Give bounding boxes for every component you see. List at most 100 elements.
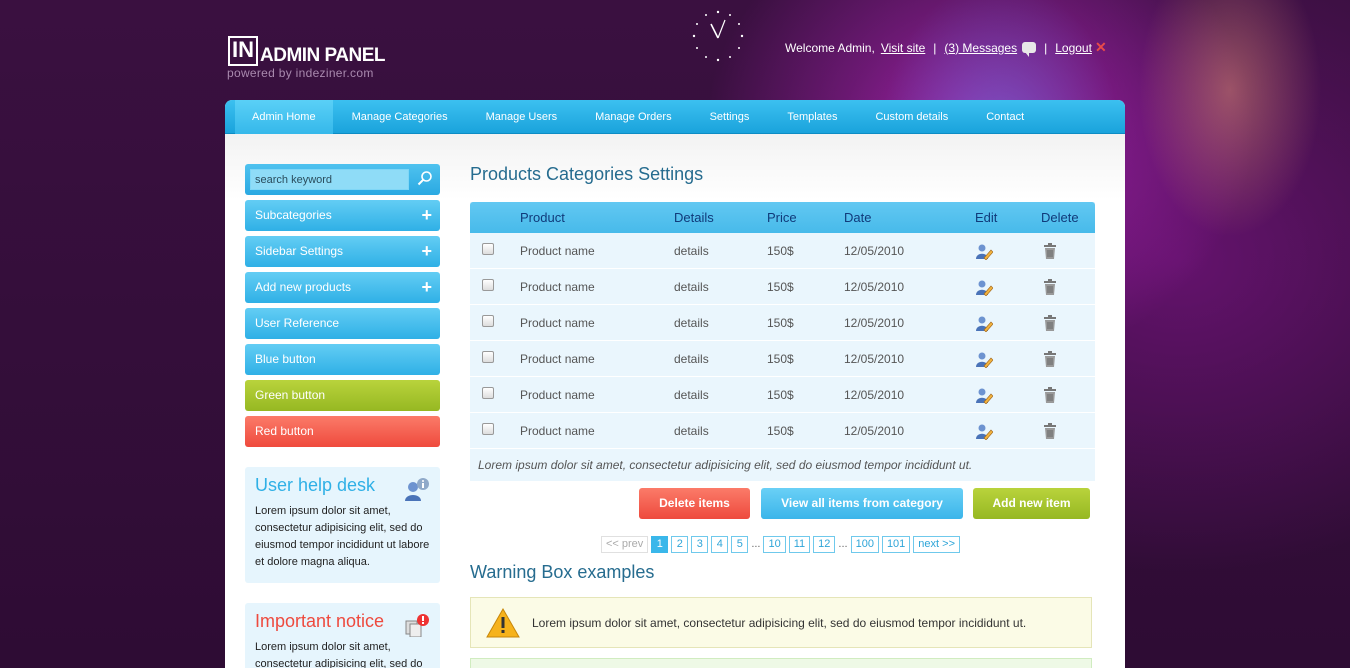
subcategories-button[interactable]: Subcategories + xyxy=(245,200,440,231)
column-header-product: Product xyxy=(520,210,565,225)
add-new-products-button[interactable]: Add new products + xyxy=(245,272,440,303)
cell-product: Product name xyxy=(520,351,595,366)
menu-item-admin-home[interactable]: Admin Home xyxy=(235,100,333,134)
logout-link[interactable]: Logout xyxy=(1055,41,1092,55)
menu-item-manage-orders[interactable]: Manage Orders xyxy=(576,100,690,134)
plus-icon: + xyxy=(421,277,432,297)
edit-user-icon[interactable] xyxy=(975,350,993,368)
welcome-text: Welcome Admin, xyxy=(785,40,875,55)
user-reference-button[interactable]: User Reference xyxy=(245,308,440,339)
trash-icon[interactable] xyxy=(1041,314,1059,332)
prev-page-button[interactable]: << prev xyxy=(601,536,649,553)
trash-icon[interactable] xyxy=(1041,422,1059,440)
page-button-100[interactable]: 100 xyxy=(850,536,879,553)
edit-user-icon[interactable] xyxy=(975,278,993,296)
page-button-101[interactable]: 101 xyxy=(881,536,911,553)
delete-items-button[interactable]: Delete items xyxy=(639,488,750,519)
cell-date: 12/05/2010 xyxy=(844,315,905,330)
search-input[interactable] xyxy=(250,169,409,190)
blue-button[interactable]: Blue button xyxy=(245,344,440,375)
column-header-details: Details xyxy=(674,210,714,225)
speech-bubble-icon xyxy=(1022,42,1037,57)
cell-price: 150$ xyxy=(767,315,794,330)
menu-item-contact[interactable]: Contact xyxy=(967,100,1043,134)
row-checkbox[interactable] xyxy=(482,351,494,363)
pagination: << prev 1 2 3 4 5 ... 10 11 12 ... 100 1… xyxy=(601,536,963,553)
page-button-12[interactable]: 12 xyxy=(813,536,836,553)
cell-details: details xyxy=(674,351,709,366)
menu-item-templates[interactable]: Templates xyxy=(768,100,856,134)
logo[interactable]: IN ADMIN PANEL xyxy=(228,36,386,67)
next-page-button[interactable]: next >> xyxy=(913,536,960,553)
important-notice-box: Important notice Lorem ipsum dolor sit a… xyxy=(245,603,440,668)
user-help-desk-box: User help desk Lorem ipsum dolor sit ame… xyxy=(245,467,440,583)
row-checkbox[interactable] xyxy=(482,423,494,435)
search-icon[interactable] xyxy=(417,170,433,186)
cell-details: details xyxy=(674,423,709,438)
plus-icon: + xyxy=(421,241,432,261)
view-all-items-button[interactable]: View all items from category xyxy=(761,488,963,519)
cell-price: 150$ xyxy=(767,387,794,402)
table-row: Product name details 150$ 12/05/2010 xyxy=(470,341,1095,377)
edit-user-icon[interactable] xyxy=(975,314,993,332)
green-button[interactable]: Green button xyxy=(245,380,440,411)
page-button-4[interactable]: 4 xyxy=(711,536,729,553)
warning-box: Lorem ipsum dolor sit amet, consectetur … xyxy=(470,597,1092,648)
page-button-1[interactable]: 1 xyxy=(651,536,669,553)
logo-text: ADMIN PANEL xyxy=(260,45,386,66)
visit-site-link[interactable]: Visit site xyxy=(881,41,925,55)
edit-user-icon[interactable] xyxy=(975,386,993,404)
warning-text: Lorem ipsum dolor sit amet, consectetur … xyxy=(532,615,1027,630)
menu-item-manage-users[interactable]: Manage Users xyxy=(467,100,577,134)
subcategories-label: Subcategories xyxy=(255,208,332,222)
clock-icon xyxy=(692,10,744,62)
plus-icon: + xyxy=(421,205,432,225)
trash-icon[interactable] xyxy=(1041,242,1059,260)
cell-date: 12/05/2010 xyxy=(844,423,905,438)
page-button-3[interactable]: 3 xyxy=(691,536,709,553)
success-box xyxy=(470,658,1092,668)
warning-icon xyxy=(486,607,520,637)
trash-icon[interactable] xyxy=(1041,386,1059,404)
products-table: Product Details Price Date Edit Delete P… xyxy=(470,202,1095,481)
column-header-delete: Delete xyxy=(1041,210,1079,225)
search-box xyxy=(245,164,440,195)
cell-price: 150$ xyxy=(767,279,794,294)
add-new-products-label: Add new products xyxy=(255,280,352,294)
edit-user-icon[interactable] xyxy=(975,422,993,440)
edit-user-icon[interactable] xyxy=(975,242,993,260)
cell-date: 12/05/2010 xyxy=(844,279,905,294)
table-row: Product name details 150$ 12/05/2010 xyxy=(470,269,1095,305)
cell-price: 150$ xyxy=(767,351,794,366)
trash-icon[interactable] xyxy=(1041,278,1059,296)
menu-item-custom-details[interactable]: Custom details xyxy=(856,100,967,134)
cell-price: 150$ xyxy=(767,423,794,438)
row-checkbox[interactable] xyxy=(482,315,494,327)
page-button-2[interactable]: 2 xyxy=(671,536,689,553)
close-icon[interactable]: ✕ xyxy=(1095,39,1107,56)
page-button-5[interactable]: 5 xyxy=(731,536,749,553)
top-user-nav: Welcome Admin, Visit site | (3) Messages… xyxy=(785,39,1107,57)
page-button-11[interactable]: 11 xyxy=(788,536,811,553)
menu-item-manage-categories[interactable]: Manage Categories xyxy=(333,100,467,134)
logo-subtitle: powered by indeziner.com xyxy=(227,66,374,80)
cell-date: 12/05/2010 xyxy=(844,243,905,258)
red-button[interactable]: Red button xyxy=(245,416,440,447)
table-actions: Delete items View all items from categor… xyxy=(639,488,1090,519)
table-row: Product name details 150$ 12/05/2010 xyxy=(470,305,1095,341)
column-header-edit: Edit xyxy=(975,210,998,225)
messages-link[interactable]: (3) Messages xyxy=(944,41,1017,55)
trash-icon[interactable] xyxy=(1041,350,1059,368)
cell-details: details xyxy=(674,243,709,258)
sidebar-settings-button[interactable]: Sidebar Settings + xyxy=(245,236,440,267)
row-checkbox[interactable] xyxy=(482,387,494,399)
row-checkbox[interactable] xyxy=(482,243,494,255)
row-checkbox[interactable] xyxy=(482,279,494,291)
main-container: Admin Home Manage Categories Manage User… xyxy=(225,100,1125,668)
important-notice-text: Lorem ipsum dolor sit amet, consectetur … xyxy=(255,641,423,668)
add-new-item-button[interactable]: Add new item xyxy=(973,488,1090,519)
sidebar-settings-label: Sidebar Settings xyxy=(255,244,344,258)
page-button-10[interactable]: 10 xyxy=(763,536,786,553)
menu-item-settings[interactable]: Settings xyxy=(691,100,769,134)
page-title: Products Categories Settings xyxy=(470,164,704,184)
